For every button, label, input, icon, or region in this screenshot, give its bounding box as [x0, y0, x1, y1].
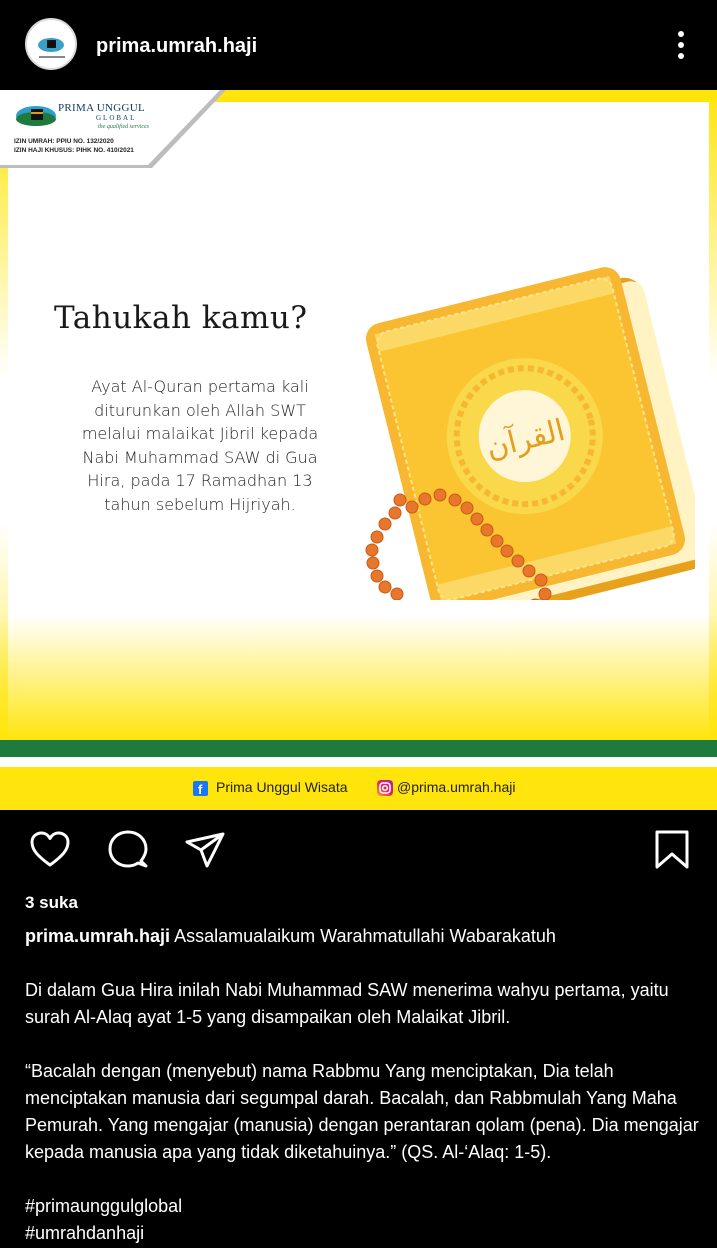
svg-text:f: f — [198, 782, 203, 796]
caption-username[interactable]: prima.umrah.haji — [25, 926, 170, 946]
body-line: melalui malaikat Jibril kepada — [81, 424, 319, 443]
body-line: Nabi Muhammad SAW di Gua — [82, 447, 318, 467]
decor-bottom-glow — [0, 615, 717, 740]
izin-haji-text: IZIN HAJI KHUSUS: PIHK NO. 410/2021 — [14, 147, 134, 154]
send-icon[interactable] — [183, 828, 227, 872]
heart-icon[interactable] — [28, 828, 72, 872]
like-count[interactable]: 3 suka — [25, 893, 78, 913]
brand-sub: GLOBAL — [96, 114, 137, 122]
brand-name: PRIMA UNGGUL — [58, 102, 146, 114]
body-line: Ayat Al-Quran pertama kali — [91, 377, 309, 396]
prima-unggul-logo-avatar — [38, 38, 65, 58]
quran-book-illustration: القرآن — [365, 267, 695, 600]
instagram-label: @prima.umrah.haji — [397, 779, 516, 795]
more-vertical-icon[interactable] — [666, 28, 696, 62]
post-username[interactable]: prima.umrah.haji — [96, 35, 257, 58]
body-line: diturunkan oleh Allah SWT — [94, 400, 306, 420]
post-footer-bar — [0, 767, 717, 810]
facebook-icon: f — [193, 781, 208, 797]
caption-paragraph: “Bacalah dengan (menyebut) nama Rabbmu Y… — [25, 1061, 699, 1162]
avatar[interactable] — [25, 18, 77, 70]
post-header: prima.umrah.haji — [0, 0, 717, 90]
body-line: tahun sebelum Hijriyah. — [104, 494, 296, 514]
post-caption: prima.umrah.haji Assalamualaikum Warahma… — [25, 923, 705, 1247]
facebook-label: Prima Unggul Wisata — [216, 779, 348, 795]
decor-green-bar — [0, 740, 717, 757]
hashtag-link[interactable]: #umrahdanhaji — [25, 1220, 705, 1247]
post-body-text: Ayat Al-Quran pertama kali diturunkan ol… — [55, 375, 345, 516]
kaaba-logo-icon — [16, 106, 56, 126]
body-line: Hira, pada 17 Ramadhan 13 — [87, 471, 313, 490]
izin-umrah-text: IZIN UMRAH: PPIU NO. 132/2020 — [14, 138, 114, 145]
decor-white-gap — [0, 757, 717, 767]
caption-paragraph: Di dalam Gua Hira inilah Nabi Muhammad S… — [25, 980, 669, 1027]
hashtag-link[interactable]: #primaunggulglobal — [25, 1193, 705, 1220]
brand-tagline: the qualified services — [98, 124, 149, 130]
caption-first-line: prima.umrah.haji Assalamualaikum Warahma… — [25, 923, 705, 950]
post-title: Tahukah kamu? — [54, 300, 308, 336]
post-image[interactable]: PRIMA UNGGUL GLOBAL the qualified servic… — [0, 90, 717, 810]
comment-icon[interactable] — [106, 828, 150, 872]
instagram-icon — [377, 780, 393, 796]
bookmark-icon[interactable] — [650, 828, 694, 872]
caption-greeting: Assalamualaikum Warahmatullahi Wabarakat… — [174, 926, 556, 946]
